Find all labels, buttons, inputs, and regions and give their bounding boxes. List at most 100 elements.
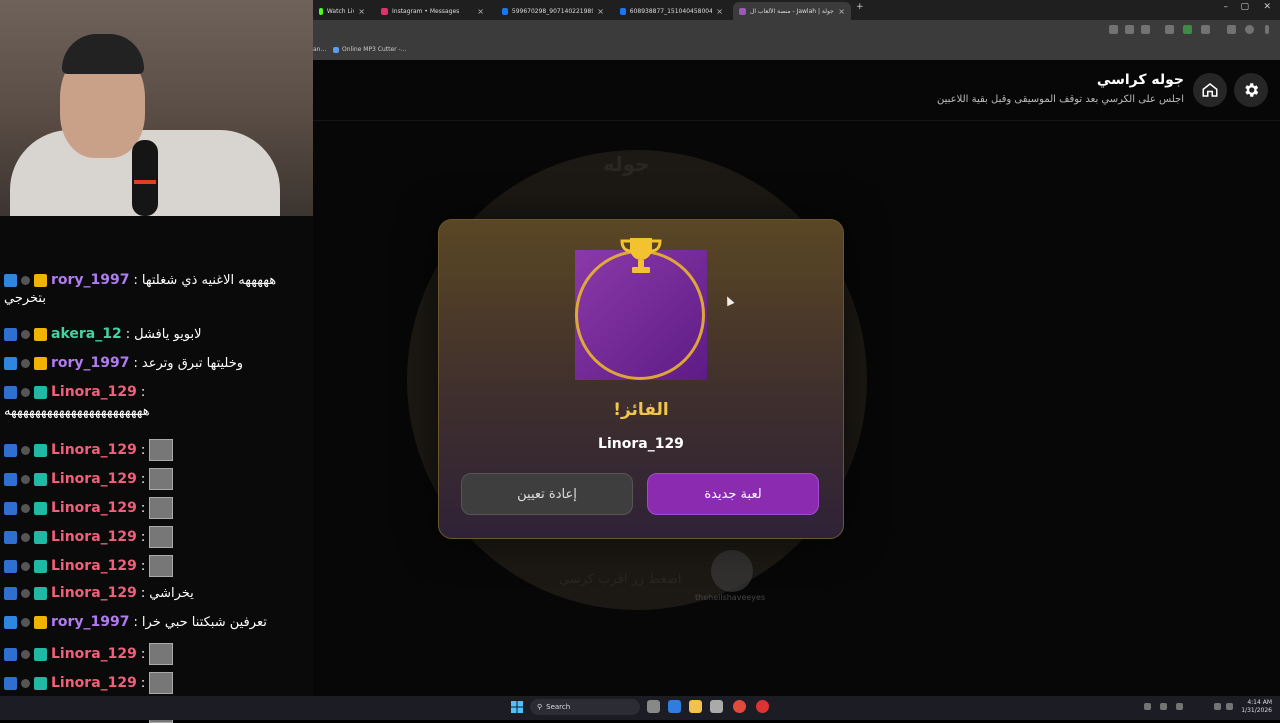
platform-badge-icon — [4, 530, 17, 544]
sidebar-icon[interactable] — [1227, 25, 1236, 34]
shield-icon[interactable] — [1183, 25, 1192, 34]
bookmark-star-icon[interactable] — [1141, 25, 1150, 34]
windows-start-icon[interactable] — [511, 701, 523, 713]
bookmark-item[interactable]: an… — [313, 46, 326, 53]
role-badge-icon — [21, 532, 30, 542]
address-bar[interactable] — [313, 20, 1280, 42]
reset-button[interactable]: إعادة تعيين — [461, 473, 633, 515]
chat-username[interactable]: rory_1997 — [51, 272, 130, 288]
chat-message: Linora_129: — [4, 643, 174, 665]
clock-date: 1/31/2026 — [1241, 707, 1272, 714]
browser-tab[interactable]: Instagram • Messages × — [375, 2, 490, 20]
chat-username[interactable]: Linora_129 — [51, 585, 137, 601]
chat-separator: : — [140, 442, 146, 458]
chat-username[interactable]: rory_1997 — [51, 614, 130, 630]
chat-separator: : — [140, 500, 146, 516]
zoom-icon[interactable] — [1125, 25, 1134, 34]
role-badge-icon — [21, 275, 30, 285]
role-badge-icon — [21, 387, 30, 397]
home-button[interactable] — [1193, 73, 1227, 107]
chat-text: يخراشي — [149, 585, 194, 601]
page-header: جوله كراسي اجلس على الكرسي بعد توقف المو… — [313, 60, 1280, 121]
chat-separator: : — [140, 558, 146, 574]
maximize-button[interactable]: ▢ — [1240, 2, 1249, 12]
close-window-button[interactable]: ✕ — [1263, 2, 1271, 12]
puzzle-icon[interactable] — [1201, 25, 1210, 34]
browser-tab[interactable]: 599670298_90714022198917…× — [496, 2, 610, 20]
volume-icon[interactable] — [1226, 703, 1233, 710]
minimize-button[interactable]: – — [1224, 2, 1229, 12]
clock[interactable]: 4:14 AM 1/31/2026 — [1241, 699, 1272, 715]
platform-badge-icon — [4, 501, 17, 515]
player-name: thehellshaveeyes — [695, 593, 766, 602]
chat-username[interactable]: Linora_129 — [51, 442, 137, 458]
background-hint: اضغط زر اقرب كرسي — [559, 572, 682, 587]
file-explorer-icon[interactable] — [689, 700, 702, 713]
chat-separator: : — [140, 529, 146, 545]
taskbar-search-label: Search — [546, 703, 571, 711]
close-tab-icon[interactable]: × — [716, 7, 723, 16]
tray-chevron-icon[interactable] — [1144, 703, 1151, 710]
page-subtitle: اجلس على الكرسي بعد توقف الموسيقى وقبل ب… — [937, 94, 1184, 105]
chrome-icon[interactable] — [733, 700, 746, 713]
role-badge-icon — [21, 649, 30, 659]
browser-tab[interactable]: Watch Live on Ki × — [313, 2, 371, 20]
platform-badge-icon — [4, 327, 17, 341]
close-tab-icon[interactable]: × — [838, 7, 845, 16]
edge-icon[interactable] — [668, 700, 681, 713]
microphone — [132, 140, 158, 216]
chat-username[interactable]: Linora_129 — [51, 471, 137, 487]
sub-badge-icon — [34, 559, 47, 573]
app-icon[interactable] — [756, 700, 769, 713]
gear-icon — [1245, 83, 1259, 97]
chat-username[interactable]: Linora_129 — [51, 500, 137, 516]
close-tab-icon[interactable]: × — [358, 7, 365, 16]
tab-label: منصة الألعاب ال - Jawlah | جولة — [750, 7, 834, 15]
store-icon[interactable] — [710, 700, 723, 713]
profile-avatar[interactable] — [1245, 25, 1254, 34]
new-game-button[interactable]: لعبة جديدة — [647, 473, 819, 515]
task-view-icon[interactable] — [647, 700, 660, 713]
role-badge-icon — [21, 561, 30, 571]
winner-title: الفائز! — [613, 400, 669, 420]
chat-username[interactable]: Linora_129 — [51, 384, 137, 400]
webcam-overlay — [0, 0, 313, 216]
chat-username[interactable]: Linora_129 — [51, 529, 137, 545]
chat-username[interactable]: Linora_129 — [51, 646, 137, 662]
tray-mic-icon[interactable] — [1176, 703, 1183, 710]
bookmark-item[interactable]: Online MP3 Cutter -… — [333, 46, 407, 53]
sub-badge-icon — [34, 472, 47, 486]
tab-label: Instagram • Messages — [392, 7, 460, 15]
tray-app-icon[interactable] — [1160, 703, 1167, 710]
browser-tab[interactable]: 608938877_151040458004683…× — [614, 2, 729, 20]
chat-separator: : — [133, 614, 138, 630]
menu-icon[interactable] — [1265, 25, 1269, 34]
chat-separator: : — [140, 471, 146, 487]
taskbar-search[interactable]: ⚲ Search — [530, 699, 640, 715]
browser-tab[interactable]: منصة الألعاب ال - Jawlah | جولة × — [733, 2, 851, 20]
chat-message: Linora_129: — [4, 468, 174, 490]
new-tab-button[interactable]: + — [856, 2, 864, 12]
chat-text-continued: بتخرجي — [4, 291, 46, 306]
sub-badge-icon — [34, 356, 47, 370]
chat-message: rory_1997: هههههه الاغنيه ذي شغلتها — [4, 272, 276, 288]
chat-text: وخليتها تبرق وترعد — [141, 355, 244, 371]
tab-label: 599670298_90714022198917… — [511, 7, 594, 15]
settings-button[interactable] — [1234, 73, 1268, 107]
network-icon[interactable] — [1214, 703, 1221, 710]
close-tab-icon[interactable]: × — [477, 7, 484, 16]
search-icon: ⚲ — [537, 703, 543, 711]
extension-icon[interactable] — [1165, 25, 1174, 34]
chat-username[interactable]: Linora_129 — [51, 675, 137, 691]
chat-message: Linora_129: — [4, 497, 174, 519]
chat-username[interactable]: akera_12 — [51, 326, 122, 342]
trophy-icon — [620, 238, 662, 273]
chat-username[interactable]: rory_1997 — [51, 355, 130, 371]
tab-favicon — [502, 7, 508, 15]
close-tab-icon[interactable]: × — [597, 7, 604, 16]
tab-favicon — [319, 7, 323, 15]
translate-icon[interactable] — [1109, 25, 1118, 34]
background-title: جوله — [603, 152, 650, 176]
chat-username[interactable]: Linora_129 — [51, 558, 137, 574]
chat-separator: : — [133, 272, 138, 288]
